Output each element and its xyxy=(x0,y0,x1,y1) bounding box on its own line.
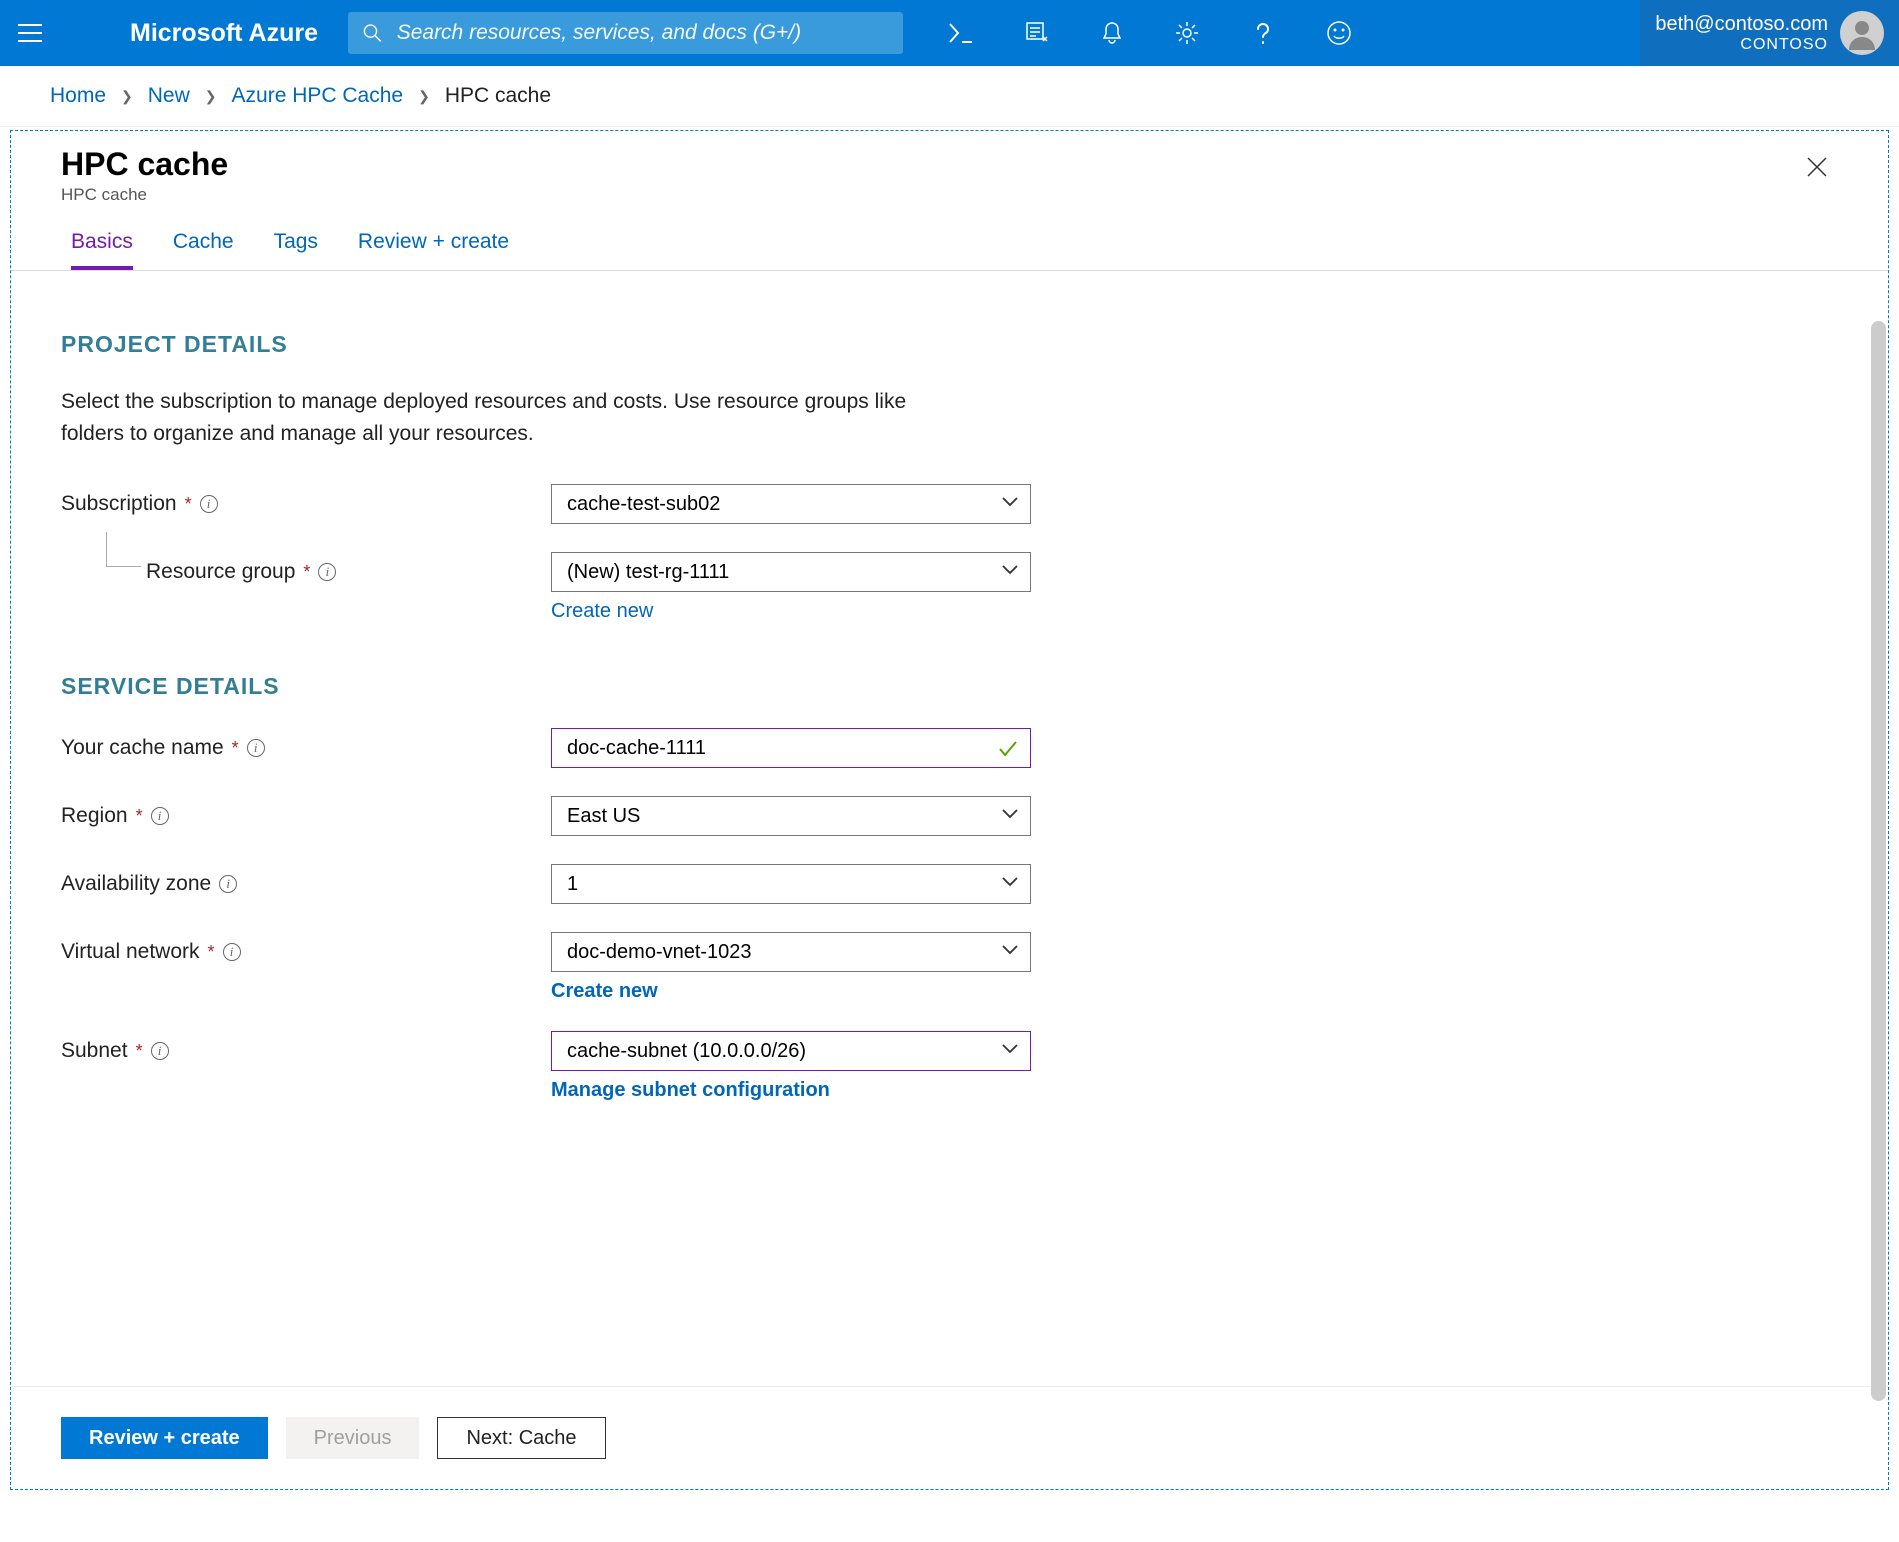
account-tenant: CONTOSO xyxy=(1655,36,1828,54)
project-details-description: Select the subscription to manage deploy… xyxy=(61,386,961,449)
subnet-select[interactable]: cache-subnet (10.0.0.0/26) xyxy=(551,1031,1031,1071)
chevron-right-icon: ❯ xyxy=(205,88,217,105)
region-select[interactable]: East US xyxy=(551,796,1031,836)
account-email: beth@contoso.com xyxy=(1655,13,1828,36)
project-details-heading: PROJECT DETAILS xyxy=(61,331,1838,358)
blade-title: HPC cache xyxy=(61,146,228,183)
cache-name-label: Your cache name xyxy=(61,736,224,760)
directory-filter-icon[interactable] xyxy=(1024,20,1050,46)
required-indicator: * xyxy=(303,562,310,583)
search-input[interactable] xyxy=(397,21,888,45)
breadcrumb-new[interactable]: New xyxy=(148,84,190,108)
virtual-network-label: Virtual network xyxy=(61,940,200,964)
service-details-heading: SERVICE DETAILS xyxy=(61,673,1838,700)
close-icon xyxy=(1806,156,1828,178)
info-icon[interactable]: i xyxy=(318,563,336,581)
info-icon[interactable]: i xyxy=(200,495,218,513)
search-icon xyxy=(363,23,382,43)
subscription-select[interactable]: cache-test-sub02 xyxy=(551,484,1031,524)
hamburger-icon xyxy=(18,24,42,42)
virtual-network-select[interactable]: doc-demo-vnet-1023 xyxy=(551,932,1031,972)
info-icon[interactable]: i xyxy=(151,807,169,825)
breadcrumb-current: HPC cache xyxy=(445,84,551,108)
notifications-icon[interactable] xyxy=(1100,20,1124,46)
help-icon[interactable] xyxy=(1250,20,1276,46)
tab-cache[interactable]: Cache xyxy=(173,230,234,270)
vertical-scrollbar[interactable] xyxy=(1871,321,1886,1401)
avatar-icon xyxy=(1845,16,1879,50)
breadcrumb-home[interactable]: Home xyxy=(50,84,106,108)
availability-zone-select[interactable]: 1 xyxy=(551,864,1031,904)
resource-group-label: Resource group xyxy=(146,560,295,584)
chevron-right-icon: ❯ xyxy=(418,88,430,105)
global-search[interactable] xyxy=(348,12,903,54)
breadcrumb: Home ❯ New ❯ Azure HPC Cache ❯ HPC cache xyxy=(0,66,1899,127)
subscription-label: Subscription xyxy=(61,492,177,516)
required-indicator: * xyxy=(232,738,239,759)
tab-review-create[interactable]: Review + create xyxy=(358,230,509,270)
cache-name-input[interactable]: doc-cache-1111 xyxy=(551,728,1031,768)
required-indicator: * xyxy=(136,1041,143,1062)
create-new-resource-group-link[interactable]: Create new xyxy=(551,600,653,623)
review-create-button[interactable]: Review + create xyxy=(61,1417,268,1459)
info-icon[interactable]: i xyxy=(219,875,237,893)
previous-button: Previous xyxy=(286,1417,420,1459)
subnet-label: Subnet xyxy=(61,1039,128,1063)
breadcrumb-azure-hpc-cache[interactable]: Azure HPC Cache xyxy=(232,84,404,108)
cloud-shell-icon[interactable] xyxy=(948,22,974,44)
subnet-value: cache-subnet (10.0.0.0/26) xyxy=(567,1040,806,1063)
availability-zone-value: 1 xyxy=(567,873,578,896)
close-blade-button[interactable] xyxy=(1796,146,1838,193)
blade-subtitle: HPC cache xyxy=(61,185,228,205)
virtual-network-value: doc-demo-vnet-1023 xyxy=(567,941,752,964)
resource-group-select[interactable]: (New) test-rg-1111 xyxy=(551,552,1031,592)
info-icon[interactable]: i xyxy=(247,739,265,757)
info-icon[interactable]: i xyxy=(223,943,241,961)
subscription-value: cache-test-sub02 xyxy=(567,493,720,516)
tab-basics[interactable]: Basics xyxy=(71,230,133,270)
required-indicator: * xyxy=(208,942,215,963)
cache-name-value: doc-cache-1111 xyxy=(567,737,706,760)
hamburger-menu[interactable] xyxy=(0,24,60,42)
required-indicator: * xyxy=(185,494,192,515)
next-cache-button[interactable]: Next: Cache xyxy=(437,1417,605,1459)
avatar xyxy=(1840,11,1884,55)
wizard-tabs: Basics Cache Tags Review + create xyxy=(11,210,1888,271)
required-indicator: * xyxy=(136,806,143,827)
manage-subnet-link[interactable]: Manage subnet configuration xyxy=(551,1079,830,1102)
account-menu[interactable]: beth@contoso.com CONTOSO xyxy=(1640,0,1899,66)
feedback-icon[interactable] xyxy=(1326,20,1352,46)
settings-gear-icon[interactable] xyxy=(1174,20,1200,46)
brand-label[interactable]: Microsoft Azure xyxy=(60,19,348,48)
region-value: East US xyxy=(567,805,640,828)
info-icon[interactable]: i xyxy=(151,1042,169,1060)
tab-tags[interactable]: Tags xyxy=(274,230,318,270)
tree-connector xyxy=(106,532,141,567)
chevron-right-icon: ❯ xyxy=(121,88,133,105)
region-label: Region xyxy=(61,804,128,828)
create-new-vnet-link[interactable]: Create new xyxy=(551,980,658,1003)
resource-group-value: (New) test-rg-1111 xyxy=(567,561,729,584)
availability-zone-label: Availability zone xyxy=(61,872,211,896)
valid-check-icon xyxy=(997,738,1019,760)
